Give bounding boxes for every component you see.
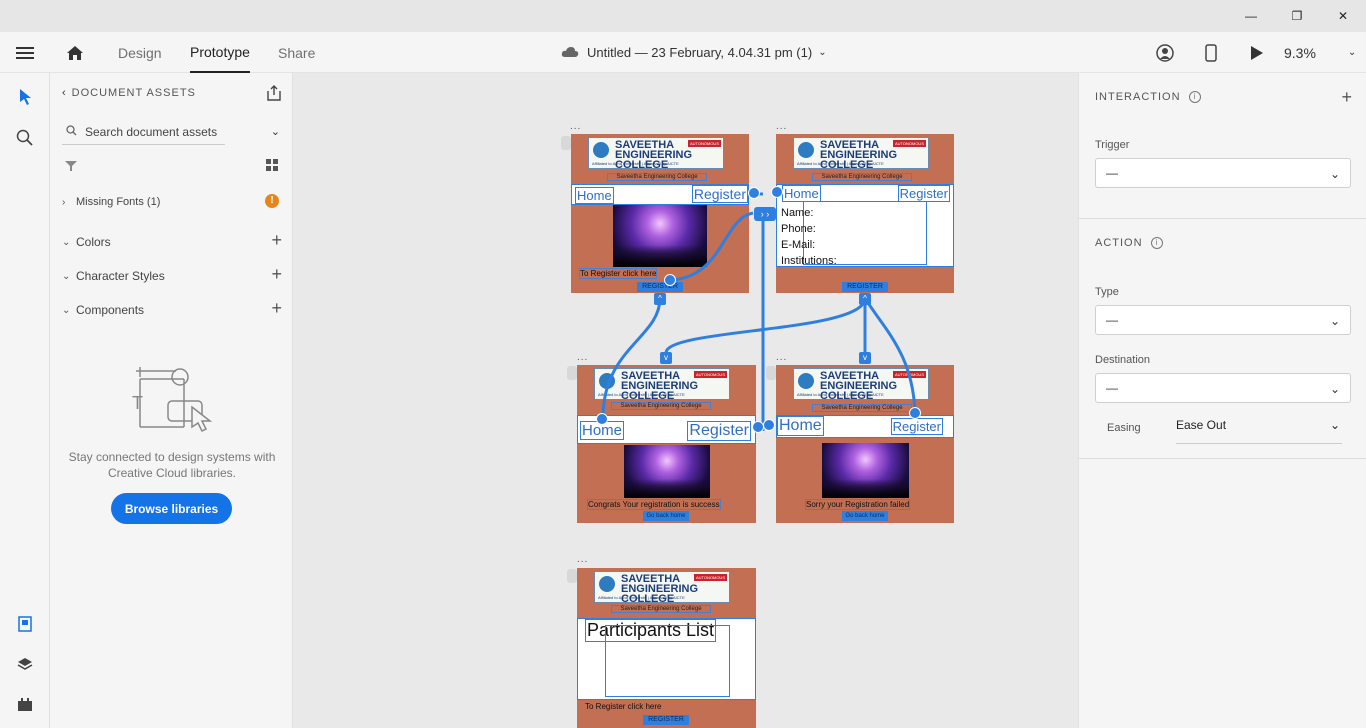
cloud-icon xyxy=(561,45,579,61)
chevron-down-icon: ⌄ xyxy=(62,270,71,282)
tool-rail xyxy=(0,73,50,728)
export-icon[interactable] xyxy=(266,85,282,104)
chevron-down-icon: ⌄ xyxy=(818,47,827,58)
play-preview-icon[interactable] xyxy=(1250,32,1264,73)
document-title[interactable]: Untitled — 23 February, 4.04.31 pm (1) ⌄ xyxy=(561,32,827,73)
select-tool-icon[interactable] xyxy=(13,85,37,109)
assets-panel-icon[interactable] xyxy=(13,612,37,636)
section-label: Components xyxy=(76,303,145,317)
assets-title: DOCUMENT ASSETS xyxy=(71,87,196,99)
section-label: Colors xyxy=(76,235,111,249)
search-icon xyxy=(66,124,77,139)
wire-node[interactable] xyxy=(748,187,760,199)
wire-arrow-icon[interactable]: v xyxy=(859,352,871,364)
prototype-wires xyxy=(601,192,917,431)
app-toolbar: Design Prototype Share Untitled — 23 Feb… xyxy=(0,32,1366,73)
chevron-down-icon: ⌄ xyxy=(1329,167,1340,181)
chevron-right-icon: › xyxy=(62,196,66,208)
add-interaction-icon[interactable]: + xyxy=(1341,88,1352,106)
trigger-label: Trigger xyxy=(1095,139,1130,151)
chevron-left-icon: ‹ xyxy=(62,87,66,99)
wire-node[interactable] xyxy=(664,274,676,286)
easing-select[interactable]: Ease Out ⌄ xyxy=(1176,418,1342,444)
tab-share[interactable]: Share xyxy=(278,32,315,73)
add-component-icon[interactable]: + xyxy=(271,299,282,317)
missing-fonts-label: Missing Fonts (1) xyxy=(76,196,161,208)
libraries-illustration-icon: T xyxy=(128,363,218,436)
easing-value: Ease Out xyxy=(1176,418,1227,432)
warning-icon: ! xyxy=(265,194,279,208)
chevron-down-icon: ⌄ xyxy=(62,304,71,316)
user-share-icon[interactable] xyxy=(1156,32,1174,73)
zoom-select[interactable]: 9.3% ⌄ xyxy=(1284,32,1356,73)
search-placeholder: Search document assets xyxy=(85,124,218,139)
zoom-value: 9.3% xyxy=(1284,44,1316,61)
wire-arrow-icon[interactable]: ^ xyxy=(859,293,871,305)
interaction-title: INTERACTION xyxy=(1095,91,1181,103)
document-assets-panel: ‹ DOCUMENT ASSETS Search document assets… xyxy=(50,73,293,728)
wire-node[interactable] xyxy=(596,413,608,425)
section-colors[interactable]: ⌄ Colors xyxy=(62,235,111,249)
wire-arrow-icon[interactable]: ^ xyxy=(654,293,666,305)
section-character-styles[interactable]: ⌄ Character Styles xyxy=(62,269,165,283)
tab-design[interactable]: Design xyxy=(118,32,162,73)
chevron-down-icon: ⌄ xyxy=(1329,314,1340,328)
trigger-value: — xyxy=(1106,166,1118,180)
grid-view-icon[interactable] xyxy=(266,159,278,174)
action-title: ACTION xyxy=(1095,237,1143,249)
action-header: ACTION i xyxy=(1095,237,1163,249)
section-label: Character Styles xyxy=(76,269,165,283)
zoom-tool-icon[interactable] xyxy=(13,126,37,150)
restore-button[interactable]: ❐ xyxy=(1274,0,1320,32)
device-preview-icon[interactable] xyxy=(1205,32,1217,73)
missing-fonts-item[interactable]: › Missing Fonts (1) xyxy=(62,196,160,208)
wire-node[interactable] xyxy=(771,186,783,198)
assets-header[interactable]: ‹ DOCUMENT ASSETS xyxy=(62,87,196,99)
interaction-panel: INTERACTION i + Trigger — ⌄ ACTION i Typ… xyxy=(1078,73,1366,728)
type-select[interactable]: — ⌄ xyxy=(1095,305,1351,335)
minimize-button[interactable]: — xyxy=(1228,0,1274,32)
add-color-icon[interactable]: + xyxy=(271,231,282,249)
type-label: Type xyxy=(1095,286,1119,298)
add-character-style-icon[interactable]: + xyxy=(271,265,282,283)
tab-prototype[interactable]: Prototype xyxy=(190,32,250,73)
filter-icon[interactable] xyxy=(65,160,77,175)
canvas[interactable]: ... AUTONOMOUS SAVEETHA ENGINEERING COLL… xyxy=(293,73,1078,728)
chevron-down-icon: ⌄ xyxy=(1329,418,1340,432)
wire-node[interactable] xyxy=(909,407,921,419)
destination-value: — xyxy=(1106,381,1118,395)
wire-arrow-icon[interactable]: v xyxy=(660,352,672,364)
home-icon[interactable] xyxy=(66,32,84,73)
wire-node[interactable] xyxy=(763,419,775,431)
document-title-text: Untitled — 23 February, 4.04.31 pm (1) xyxy=(587,45,813,60)
info-icon[interactable]: i xyxy=(1150,237,1163,249)
chevron-down-icon: ⌄ xyxy=(62,236,71,248)
chevron-down-icon: ⌄ xyxy=(1329,382,1340,396)
layers-icon[interactable] xyxy=(13,652,37,676)
hamburger-menu-icon[interactable] xyxy=(16,32,34,73)
destination-select[interactable]: — ⌄ xyxy=(1095,373,1351,403)
plugins-icon[interactable] xyxy=(13,692,37,716)
interaction-header: INTERACTION i xyxy=(1095,91,1201,103)
search-input[interactable]: Search document assets xyxy=(62,119,225,145)
type-value: — xyxy=(1106,313,1118,327)
info-icon[interactable]: i xyxy=(1188,91,1201,103)
chevron-down-icon[interactable]: ⌄ xyxy=(271,125,280,138)
trigger-select[interactable]: — ⌄ xyxy=(1095,158,1351,188)
svg-text:T: T xyxy=(132,393,143,413)
destination-label: Destination xyxy=(1095,354,1151,366)
chevron-down-icon: ⌄ xyxy=(1347,47,1357,58)
section-components[interactable]: ⌄ Components xyxy=(62,303,144,317)
title-bar: — ❐ ✕ xyxy=(0,0,1366,32)
close-button[interactable]: ✕ xyxy=(1320,0,1366,32)
wire-arrow-icon[interactable]: › › xyxy=(754,207,776,221)
browse-libraries-button[interactable]: Browse libraries xyxy=(111,493,232,524)
easing-label: Easing xyxy=(1107,422,1141,434)
empty-message: Stay connected to design systems with Cr… xyxy=(68,450,276,480)
